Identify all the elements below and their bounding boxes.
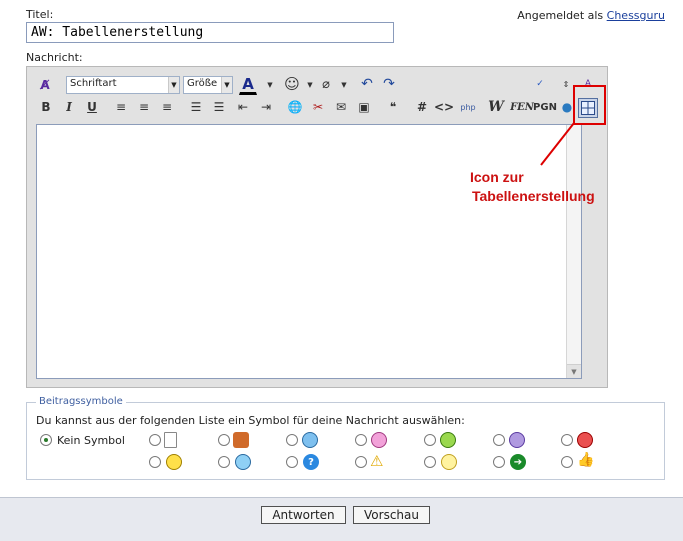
code-button[interactable]: <> bbox=[434, 98, 454, 116]
title-label: Titel: bbox=[26, 8, 54, 21]
textarea-scrollbar[interactable]: ▼ bbox=[566, 125, 581, 378]
login-prefix: Angemeldet als bbox=[517, 9, 604, 22]
thumbs-up-icon: 👍 bbox=[577, 452, 595, 468]
radio-symbol[interactable] bbox=[149, 456, 161, 468]
user-link[interactable]: Chessguru bbox=[607, 9, 665, 22]
radio-symbol[interactable] bbox=[149, 434, 161, 446]
bold-button[interactable]: B bbox=[37, 98, 55, 116]
radio-symbol[interactable] bbox=[493, 456, 505, 468]
align-center-icon[interactable]: ≡ bbox=[135, 98, 153, 116]
size-select[interactable]: Größe ▼ bbox=[183, 76, 233, 94]
chevron-down-icon: ▼ bbox=[168, 77, 179, 93]
numbered-list-icon[interactable]: ☰ bbox=[187, 98, 205, 116]
warning-icon: ⚠ bbox=[370, 452, 384, 470]
chevron-down-icon[interactable]: ▼ bbox=[335, 76, 353, 94]
lightbulb-icon bbox=[441, 454, 457, 470]
message-textarea[interactable]: ▼ bbox=[36, 124, 582, 379]
size-select-value: Größe bbox=[187, 78, 218, 89]
angry-red-icon bbox=[577, 432, 593, 448]
radio-symbol[interactable] bbox=[355, 434, 367, 446]
preview-button[interactable]: Vorschau bbox=[353, 506, 430, 524]
pgn-button[interactable]: PGN bbox=[533, 98, 557, 116]
bullet-list-icon[interactable]: ☰ bbox=[210, 98, 228, 116]
arrow-right-icon: ➔ bbox=[510, 454, 526, 470]
font-select-value: Schriftart bbox=[70, 78, 117, 89]
sad-purple-icon bbox=[509, 432, 525, 448]
radio-symbol[interactable] bbox=[218, 434, 230, 446]
chevron-down-icon: ▼ bbox=[221, 77, 232, 93]
outdent-icon[interactable]: ⇤ bbox=[234, 98, 252, 116]
radio-symbol[interactable] bbox=[561, 456, 573, 468]
indent-icon[interactable]: ⇥ bbox=[257, 98, 275, 116]
radio-symbol[interactable] bbox=[424, 456, 436, 468]
hash-button[interactable]: # bbox=[413, 98, 431, 116]
callout-line-2: Tabellenerstellung bbox=[472, 188, 595, 204]
smiley-icon[interactable]: ☺ bbox=[283, 75, 301, 93]
highlight-box bbox=[573, 85, 606, 125]
insert-image-icon[interactable]: ▣ bbox=[355, 98, 373, 116]
smile-blue-icon bbox=[302, 432, 318, 448]
callout-label: Icon zur Tabellenerstellung bbox=[470, 168, 595, 206]
align-left-icon[interactable]: ≡ bbox=[112, 98, 130, 116]
fen-button[interactable]: FEN bbox=[510, 98, 534, 116]
insert-link-icon[interactable]: 🌐 bbox=[286, 98, 304, 116]
grin-green-icon bbox=[440, 432, 456, 448]
message-label: Nachricht: bbox=[26, 51, 83, 64]
attachment-icon[interactable]: ⌀ bbox=[317, 75, 335, 93]
login-status: Angemeldet als Chessguru bbox=[517, 9, 665, 22]
radio-symbol[interactable] bbox=[218, 456, 230, 468]
symbols-description: Du kannst aus der folgenden Liste ein Sy… bbox=[36, 414, 465, 427]
underline-button[interactable]: U bbox=[83, 98, 101, 116]
radio-symbol[interactable] bbox=[424, 434, 436, 446]
smile-pink-icon bbox=[371, 432, 387, 448]
radio-symbol[interactable] bbox=[355, 456, 367, 468]
italic-button[interactable]: I bbox=[60, 98, 78, 116]
text-color-icon[interactable]: A bbox=[239, 75, 257, 95]
insert-email-icon[interactable]: ✉ bbox=[332, 98, 350, 116]
remove-link-icon[interactable]: ✂ bbox=[309, 98, 327, 116]
question-icon: ? bbox=[303, 454, 319, 470]
cool-icon bbox=[235, 454, 251, 470]
php-icon[interactable]: php bbox=[459, 98, 477, 116]
redo-icon[interactable]: ↷ bbox=[380, 75, 398, 93]
document-icon bbox=[164, 432, 177, 448]
callout-line-1: Icon zur bbox=[470, 169, 524, 185]
font-select[interactable]: Schriftart ▼ bbox=[66, 76, 180, 94]
radio-symbol[interactable] bbox=[286, 456, 298, 468]
radio-no-symbol[interactable] bbox=[40, 434, 52, 446]
spellcheck-icon[interactable]: ✓ bbox=[531, 75, 549, 93]
no-symbol-label: Kein Symbol bbox=[57, 434, 125, 447]
smile-yellow-icon bbox=[166, 454, 182, 470]
reply-button[interactable]: Antworten bbox=[261, 506, 346, 524]
remove-format-icon[interactable]: A̸ bbox=[36, 76, 54, 94]
quote-icon[interactable]: ❝ bbox=[384, 98, 402, 116]
symbols-legend: Beitragssymbole bbox=[36, 396, 126, 407]
scroll-down-icon[interactable]: ▼ bbox=[567, 364, 581, 378]
radio-symbol[interactable] bbox=[286, 434, 298, 446]
radio-symbol[interactable] bbox=[561, 434, 573, 446]
align-right-icon[interactable]: ≡ bbox=[158, 98, 176, 116]
wiki-icon[interactable]: W bbox=[487, 98, 505, 116]
title-input[interactable]: AW: Tabellenerstellung bbox=[26, 22, 394, 43]
undo-icon[interactable]: ↶ bbox=[358, 75, 376, 93]
radio-symbol[interactable] bbox=[493, 434, 505, 446]
thumbs-down-icon bbox=[233, 432, 249, 448]
editor: A̸ Schriftart ▼ Größe ▼ A ▼ ☺ ▼ ⌀ ▼ ↶ ↷ … bbox=[26, 66, 608, 388]
chevron-down-icon[interactable]: ▼ bbox=[261, 76, 279, 94]
